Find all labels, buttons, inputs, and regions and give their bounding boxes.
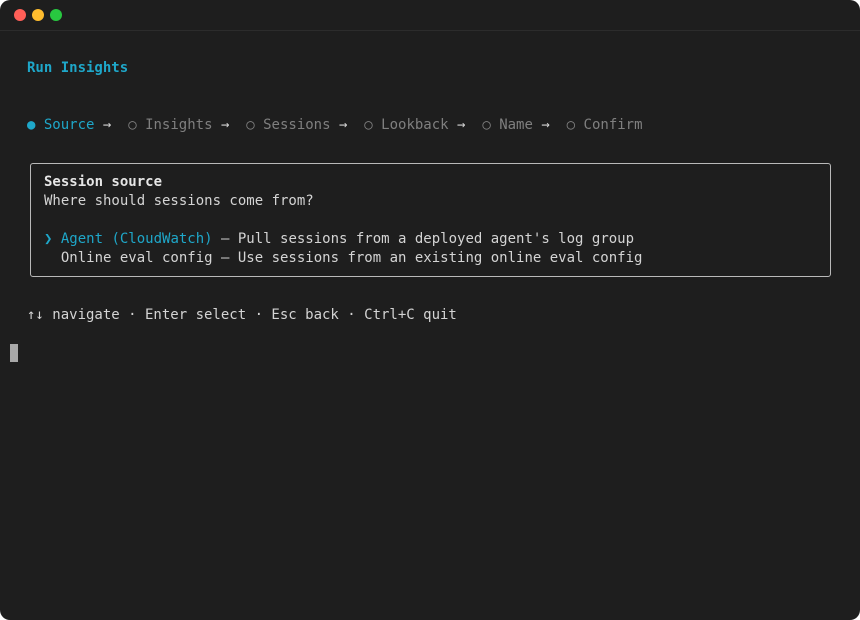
step-confirm: ○ Confirm (567, 117, 643, 133)
step-arrow-icon: → (338, 117, 348, 133)
minimize-button[interactable] (32, 9, 44, 21)
session-source-panel: Session source Where should sessions com… (30, 163, 831, 277)
step-source: ● Source (27, 117, 94, 133)
step-marker-icon: ○ (364, 117, 373, 133)
terminal-cursor (10, 344, 18, 362)
option-description: — Use sessions from an existing online e… (212, 250, 643, 266)
step-marker-icon: ○ (246, 117, 255, 133)
step-name: ○ Name (482, 117, 533, 133)
panel-question: Where should sessions come from? (44, 193, 314, 209)
option-online-eval-config[interactable]: Online eval config — Use sessions from a… (44, 249, 643, 268)
step-arrow-icon: → (541, 117, 550, 133)
step-lookback: ○ Lookback (364, 117, 448, 133)
step-sessions: ○ Sessions (246, 117, 330, 133)
step-marker-icon: ○ (128, 117, 137, 133)
step-label: Sessions (263, 117, 331, 133)
close-button[interactable] (14, 9, 26, 21)
option-agent-cloudwatch[interactable]: ❯ Agent (CloudWatch) — Pull sessions fro… (44, 230, 634, 249)
step-label: Source (43, 117, 95, 133)
panel-title: Session source (44, 174, 163, 190)
keyboard-help: ↑↓ navigate · Enter select · Esc back · … (27, 307, 457, 323)
option-name: Agent (CloudWatch) (60, 231, 213, 247)
step-insights: ○ Insights (128, 117, 212, 133)
step-marker-active-icon: ● (27, 117, 36, 133)
step-marker-icon: ○ (482, 117, 491, 133)
step-label: Name (499, 117, 533, 133)
title-bar (0, 0, 860, 31)
option-description: — Pull sessions from a deployed agent's … (212, 231, 635, 247)
step-label: Insights (145, 117, 213, 133)
step-label: Lookback (381, 117, 449, 133)
option-name: Online eval config (60, 250, 213, 266)
step-arrow-icon: → (457, 117, 466, 133)
terminal-window: Run Insights ● Source → ○ Insights → ○ S… (0, 0, 860, 620)
step-marker-icon: ○ (566, 117, 576, 133)
selection-pointer-icon: ❯ (44, 231, 53, 247)
step-arrow-icon: → (102, 117, 112, 133)
maximize-button[interactable] (50, 9, 62, 21)
step-arrow-icon: → (220, 117, 230, 133)
step-label: Confirm (583, 117, 643, 133)
wizard-title: Run Insights (27, 60, 129, 76)
wizard-stepper: ● Source → ○ Insights → ○ Sessions → ○ L… (27, 116, 643, 135)
